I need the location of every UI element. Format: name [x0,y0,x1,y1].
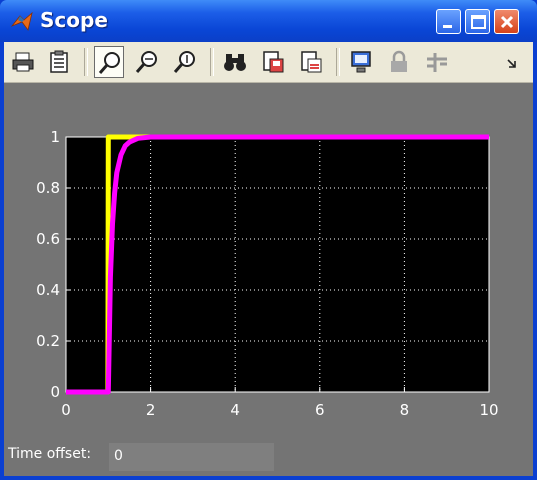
x-tick-label: 2 [146,401,156,419]
y-tick-label: 0.4 [36,281,60,299]
plot-area [66,137,489,392]
y-tick-label: 0 [50,383,60,401]
y-tick-label: 1 [50,128,60,146]
x-tick-label: 10 [479,401,498,419]
y-tick-label: 0.2 [36,332,60,350]
y-tick-label: 0.8 [36,179,60,197]
time-offset-label: Time offset: [8,446,92,462]
scope-axes[interactable]: 0 2 4 6 8 10 0 0.2 0.4 0.6 0.8 1 [0,0,537,480]
x-tick-label: 0 [61,401,71,419]
scope-window: Scope 0 2 4 6 8 10 0 0.2 0.4 0.6 0.8 1 T… [0,0,537,480]
x-tick-label: 4 [230,401,240,419]
time-offset-value: 0 [109,443,274,471]
y-tick-label: 0.6 [36,230,60,248]
x-tick-label: 8 [400,401,410,419]
x-tick-label: 6 [315,401,325,419]
